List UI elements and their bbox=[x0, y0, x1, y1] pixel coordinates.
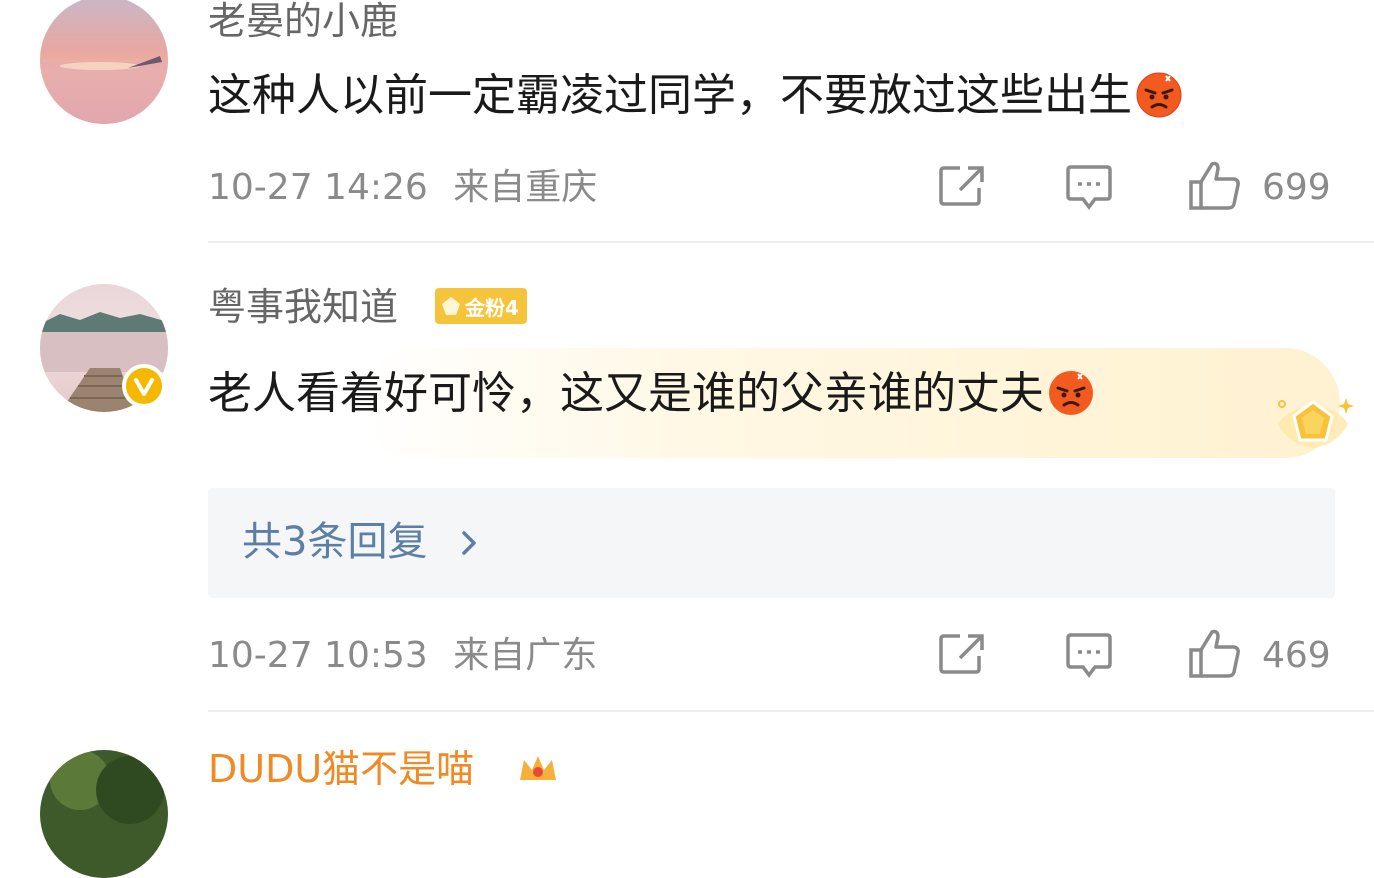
comment-text: 这种人以前一定霸凌过同学，不要放过这些出生 bbox=[208, 72, 1182, 118]
comment-icon[interactable] bbox=[1064, 632, 1114, 684]
avatar[interactable] bbox=[40, 0, 168, 124]
share-icon[interactable] bbox=[938, 632, 986, 680]
comment-location: 来自重庆 bbox=[453, 167, 598, 208]
fan-badge-label: 金粉4 bbox=[465, 295, 519, 320]
crown-badge-icon bbox=[516, 752, 560, 786]
comment-username[interactable]: DUDU猫不是喵 bbox=[208, 750, 474, 788]
comment-body: 这种人以前一定霸凌过同学，不要放过这些出生 bbox=[208, 70, 1132, 121]
comment-time: 10-27 10:53 bbox=[208, 635, 428, 676]
divider bbox=[208, 241, 1374, 243]
verified-badge-icon bbox=[122, 364, 166, 408]
fan-badge: 金粉4 bbox=[435, 288, 527, 324]
replies-count-text: 共3条回复 bbox=[242, 519, 428, 565]
comment-username[interactable]: 粤事我知道 bbox=[208, 288, 398, 326]
comment-username[interactable]: 老晏的小鹿 bbox=[208, 2, 398, 40]
comment-location: 来自广东 bbox=[453, 635, 598, 676]
like-count: 469 bbox=[1262, 635, 1331, 676]
comment-text: 老人看着好可怜，这又是谁的父亲谁的丈夫 bbox=[208, 370, 1094, 416]
replies-link[interactable]: 共3条回复 bbox=[208, 488, 1335, 598]
share-icon[interactable] bbox=[938, 164, 986, 212]
angry-face-icon bbox=[1136, 72, 1182, 118]
chevron-right-icon bbox=[462, 531, 476, 555]
angry-face-icon bbox=[1048, 370, 1094, 416]
comment-meta: 10-27 14:26 来自重庆 bbox=[208, 170, 597, 206]
divider bbox=[208, 710, 1374, 712]
comment-icon[interactable] bbox=[1064, 164, 1114, 216]
crown-gem-icon bbox=[1268, 388, 1358, 464]
replies-label[interactable]: 共3条回复 bbox=[242, 522, 480, 562]
thumbs-up-icon[interactable] bbox=[1188, 160, 1242, 216]
comment-meta: 10-27 10:53 来自广东 bbox=[208, 638, 597, 674]
avatar[interactable] bbox=[40, 750, 168, 878]
comment-time: 10-27 14:26 bbox=[208, 167, 428, 208]
thumbs-up-icon[interactable] bbox=[1188, 628, 1242, 684]
gem-icon bbox=[442, 297, 460, 315]
comment-body: 老人看着好可怜，这又是谁的父亲谁的丈夫 bbox=[208, 368, 1044, 419]
like-count: 699 bbox=[1262, 167, 1331, 208]
